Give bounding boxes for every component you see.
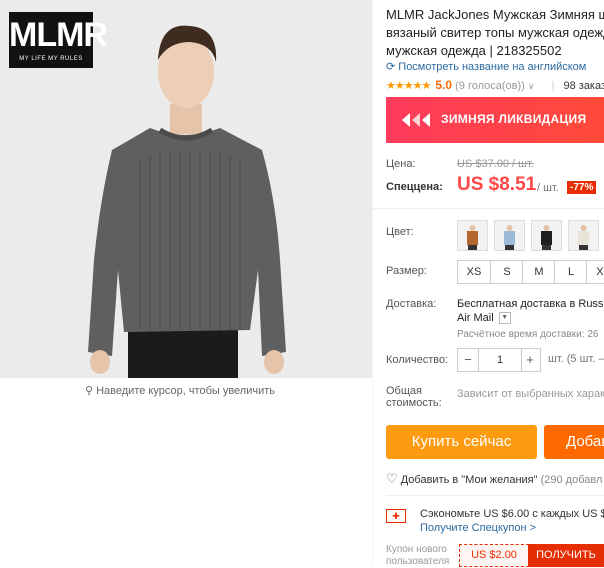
- divider: [386, 495, 604, 496]
- total-value: Зависит от выбранных характ: [457, 388, 604, 400]
- translate-title-link[interactable]: ⟳ Посмотреть название на английском: [386, 60, 586, 73]
- per-unit: / шт.: [537, 182, 559, 194]
- size-option-s[interactable]: S: [490, 260, 524, 284]
- column-divider: [372, 0, 373, 565]
- zoom-hint: ⚲ Наведите курсор, чтобы увеличить: [0, 384, 360, 397]
- chevron-down-icon[interactable]: ▼: [498, 312, 511, 325]
- shipping-destination: Бесплатная доставка в Russi: [457, 298, 604, 310]
- coupon-value: US $2.00: [459, 544, 529, 567]
- total-label-line: Общая: [386, 385, 422, 397]
- shipping-method[interactable]: Air Mail: [457, 312, 494, 324]
- orders-count: 98 заказа: [563, 80, 604, 92]
- color-label: Цвет:: [386, 226, 414, 238]
- quantity-availability: шт. (5 шт. –: [548, 353, 604, 365]
- size-option-xs[interactable]: XS: [457, 260, 491, 284]
- rating-row: ★★★★★ 5.0 (9 голоса(ов)) ∨ | 98 заказа: [386, 78, 604, 92]
- zoom-hint-text: Наведите курсор, чтобы увеличить: [96, 385, 276, 397]
- promo-banner[interactable]: ЗИМНЯЯ ЛИКВИДАЦИЯ: [386, 97, 604, 143]
- separator: |: [551, 80, 555, 92]
- wishlist-count: (290 добавл: [540, 474, 603, 486]
- get-coupon-link[interactable]: Получите Спецкупон >: [420, 522, 536, 534]
- title-line: мужская одежда | 218325502: [386, 43, 562, 58]
- rating-value: 5.0: [435, 78, 453, 92]
- quantity-input[interactable]: 1: [478, 349, 522, 371]
- wishlist-text[interactable]: Добавить в "Мои желания": [401, 474, 538, 486]
- get-coupon-button[interactable]: ПОЛУЧИТЬ: [528, 544, 604, 567]
- promo-arrows-icon: [402, 113, 430, 127]
- shipping-label: Доставка:: [386, 298, 437, 310]
- buy-now-button[interactable]: Купить сейчас: [386, 425, 537, 459]
- logo-tagline: MY LIFE MY RULES: [19, 56, 83, 62]
- wishlist-link[interactable]: ♡ Добавить в "Мои желания" (290 добавл: [386, 471, 602, 487]
- color-swatch-blue[interactable]: [494, 220, 525, 251]
- new-user-line: Купон нового: [386, 544, 447, 555]
- size-label: Размер:: [386, 265, 427, 277]
- chevron-down-icon[interactable]: ∨: [528, 81, 535, 91]
- quantity-stepper[interactable]: − 1 +: [457, 348, 541, 372]
- heart-icon[interactable]: ♡: [386, 471, 398, 486]
- logo-text: MLMR: [9, 16, 108, 54]
- color-swatch-black[interactable]: [531, 220, 562, 251]
- color-swatch-brown[interactable]: [457, 220, 488, 251]
- star-rating-icon[interactable]: ★★★★★: [386, 80, 431, 92]
- delivery-estimate: Расчётное время доставки: 26: [457, 329, 599, 340]
- promo-label: ЗИМНЯЯ ЛИКВИДАЦИЯ: [441, 112, 587, 126]
- magnifier-icon: ⚲: [84, 385, 94, 397]
- title-line: MLMR JackJones Мужская Зимняя шер: [386, 7, 604, 22]
- old-price: US $37.00 / шт.: [457, 158, 534, 170]
- special-price-label: Спеццена:: [386, 181, 443, 193]
- size-option-m[interactable]: M: [522, 260, 556, 284]
- coupon-savings-text: Сэкономьте US $6.00 с каждых US $65.: [420, 508, 604, 520]
- add-to-cart-button[interactable]: Добав: [544, 425, 604, 459]
- divider: [372, 208, 604, 209]
- special-price: US $8.51: [457, 174, 537, 195]
- product-title: MLMR JackJones Мужская Зимняя шер вязаны…: [386, 6, 604, 60]
- size-option-l[interactable]: L: [554, 260, 588, 284]
- total-label-line: стоимость:: [386, 397, 442, 409]
- translate-link-text[interactable]: Посмотреть название на английском: [398, 61, 586, 73]
- price-label: Цена:: [386, 158, 416, 170]
- title-line: вязаный свитер топы мужская одежд: [386, 25, 604, 40]
- translate-icon: ⟳: [386, 61, 396, 73]
- discount-badge: -77%: [567, 181, 597, 194]
- color-swatch-white[interactable]: [568, 220, 599, 251]
- quantity-label: Количество:: [386, 354, 449, 366]
- shipping-method-select[interactable]: Air Mail ▼: [457, 312, 511, 325]
- new-user-coupon-label: Купон нового пользователя: [386, 544, 449, 568]
- quantity-decrease-button[interactable]: −: [458, 349, 478, 371]
- brand-logo: MLMR MY LIFE MY RULES: [9, 12, 108, 68]
- coupon-icon: ✚: [386, 509, 406, 523]
- quantity-increase-button[interactable]: +: [520, 349, 540, 371]
- size-option-xl[interactable]: XL: [586, 260, 604, 284]
- votes-link[interactable]: (9 голоса(ов)): [455, 80, 525, 92]
- new-user-line: пользователя: [386, 556, 450, 567]
- total-label: Общая стоимость:: [386, 385, 442, 409]
